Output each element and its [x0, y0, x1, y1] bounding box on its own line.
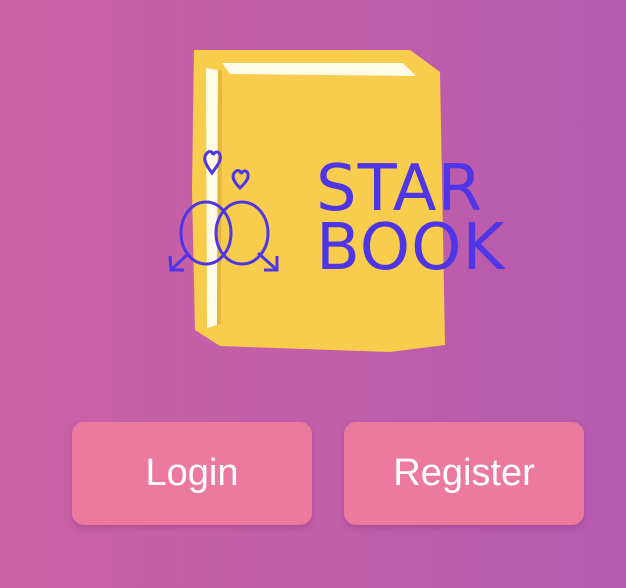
- register-button[interactable]: Register: [344, 422, 584, 525]
- logo-word-book: BOOK: [316, 211, 505, 285]
- starbook-logo: STAR BOOK: [160, 40, 505, 360]
- book-icon: STAR BOOK: [168, 50, 505, 352]
- login-button[interactable]: Login: [72, 422, 312, 525]
